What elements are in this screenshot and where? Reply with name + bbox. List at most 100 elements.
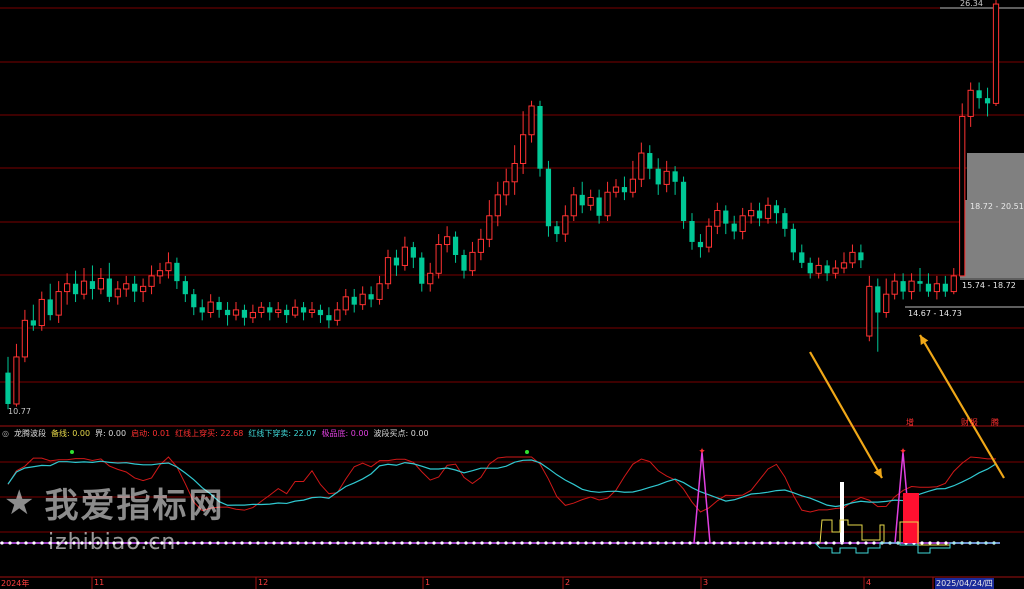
baseline-dot	[328, 541, 332, 545]
baseline-dot	[632, 541, 636, 545]
candle-body-up	[570, 194, 577, 217]
candle-body-up	[840, 262, 848, 269]
candle-body-down	[672, 171, 678, 182]
baseline-dot	[680, 541, 684, 545]
baseline-dot	[848, 541, 852, 545]
candle-body-up	[427, 272, 434, 285]
baseline-dot	[576, 541, 580, 545]
candle-body-up	[815, 264, 822, 274]
baseline-dot	[192, 541, 196, 545]
baseline-dot	[392, 541, 396, 545]
indicator-settings-icon[interactable]: ◎	[2, 428, 9, 440]
candle-body-down	[723, 210, 729, 224]
baseline-dot	[648, 541, 652, 545]
baseline-dot	[304, 541, 308, 545]
baseline-dot	[760, 541, 764, 545]
baseline-dot	[312, 541, 316, 545]
candle-body-up	[486, 215, 493, 240]
candle-body-up	[376, 283, 383, 300]
candle-body-up	[401, 246, 409, 266]
baseline-dot	[24, 541, 28, 545]
baseline-dot	[472, 541, 476, 545]
candle-body-down	[368, 294, 374, 300]
candle-body-up	[629, 178, 637, 193]
candle-body-down	[284, 309, 290, 316]
candle-body-up	[739, 215, 746, 232]
candle-body-down	[216, 302, 222, 310]
baseline-dot	[688, 541, 692, 545]
candle-body-up	[123, 283, 130, 290]
candlestick-series	[5, 0, 1000, 410]
baseline-dot	[944, 541, 948, 545]
candle-body-up	[334, 309, 341, 321]
baseline-dot	[584, 541, 588, 545]
baseline-dot	[184, 541, 188, 545]
baseline-dot	[408, 541, 412, 545]
baseline-dot	[664, 541, 668, 545]
baseline-dot	[480, 541, 484, 545]
candle-body-up	[849, 251, 856, 264]
x-axis-label-11: 11	[94, 578, 105, 587]
baseline-dot	[808, 541, 812, 545]
baseline-dot	[592, 541, 596, 545]
spike-star-icon: ✦	[899, 447, 907, 457]
candle-body-down	[72, 283, 79, 295]
candle-body-down	[241, 309, 248, 318]
candle-body-up	[435, 244, 442, 274]
candle-body-up	[359, 293, 366, 306]
baseline-dot	[512, 541, 516, 545]
candle-body-down	[537, 105, 543, 169]
candle-body-up	[308, 309, 316, 313]
star-icon: ★	[4, 482, 37, 523]
baseline-dot	[272, 541, 276, 545]
baseline-dot	[320, 541, 324, 545]
field-red-up-buy: 红线上穿买: 22.68	[175, 429, 244, 438]
candle-body-down	[317, 309, 324, 316]
event-tag-bao[interactable]: 报	[969, 418, 979, 428]
candle-body-down	[697, 241, 704, 248]
candle-body-up	[992, 3, 1000, 104]
candle-body-down	[621, 187, 628, 193]
baseline-dot	[464, 541, 468, 545]
baseline-dot	[920, 541, 924, 545]
candle-body-up	[207, 301, 214, 313]
baseline-dot	[496, 541, 500, 545]
baseline-dot	[704, 541, 708, 545]
x-axis-label-3: 3	[703, 578, 709, 587]
candle-body-down	[917, 281, 923, 284]
baseline-dot	[720, 541, 724, 545]
candle-body-down	[756, 210, 763, 219]
candle-body-down	[790, 228, 796, 253]
x-axis-date-cursor[interactable]: 2025/04/24/四	[935, 578, 994, 589]
candle-body-up	[38, 298, 45, 327]
top-dot	[525, 450, 529, 454]
candle-body-down	[132, 283, 138, 292]
baseline-dot	[400, 541, 404, 545]
candle-body-up	[494, 194, 501, 217]
baseline-dot	[384, 541, 388, 545]
baseline-dot	[536, 541, 540, 545]
candle-body-down	[858, 252, 864, 261]
baseline-dot	[696, 541, 700, 545]
candle-body-down	[174, 262, 180, 282]
baseline-dot	[176, 541, 180, 545]
baseline-dot	[448, 541, 452, 545]
baseline-dot	[776, 541, 780, 545]
baseline-dot	[856, 541, 860, 545]
candle-body-up	[764, 204, 772, 219]
baseline-dot	[752, 541, 756, 545]
candle-body-down	[647, 153, 653, 169]
candle-body-down	[191, 294, 197, 308]
candle-body-down	[545, 168, 552, 227]
baseline-dot	[600, 541, 604, 545]
candle-body-up	[232, 309, 240, 316]
candle-body-up	[443, 236, 451, 246]
candle-body-up	[883, 293, 890, 313]
x-axis-label-year: 2024年	[1, 579, 30, 588]
zone-label-upper: 18.72 - 20.51	[970, 202, 1024, 211]
event-tag-zeng[interactable]: 增	[905, 418, 915, 428]
event-tag-teng[interactable]: 腾	[990, 418, 1000, 428]
baseline-dot	[800, 541, 804, 545]
field-qidong: 启动: 0.01	[131, 429, 171, 438]
candle-body-up	[384, 257, 392, 285]
